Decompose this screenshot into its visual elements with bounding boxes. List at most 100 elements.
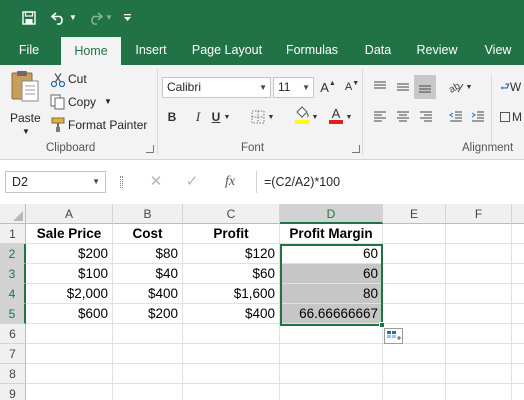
undo-dropdown-icon[interactable]: ▼ — [69, 0, 77, 35]
font-size-select[interactable]: 11 ▼ — [273, 77, 314, 98]
cell-e3[interactable] — [383, 264, 446, 284]
cell-b9[interactable] — [113, 384, 183, 400]
cell-g9[interactable] — [512, 384, 524, 400]
column-header-a[interactable]: A — [26, 204, 113, 224]
row-header-2[interactable]: 2 — [0, 244, 26, 264]
row-header-1[interactable]: 1 — [0, 224, 26, 244]
orientation-button[interactable]: ab — [446, 77, 466, 97]
cell-g3[interactable] — [512, 264, 524, 284]
cell-c3[interactable]: $60 — [183, 264, 280, 284]
cell-f8[interactable] — [446, 364, 512, 384]
borders-button[interactable] — [248, 107, 268, 127]
align-left-button[interactable] — [370, 107, 390, 127]
cell-b1[interactable]: Cost — [113, 224, 183, 244]
cell-g5[interactable] — [512, 304, 524, 324]
copy-button[interactable]: Copy ▼ — [48, 92, 114, 112]
column-header-g[interactable] — [512, 204, 524, 224]
copy-dropdown-icon[interactable]: ▼ — [104, 97, 112, 106]
cell-c9[interactable] — [183, 384, 280, 400]
decrease-indent-button[interactable] — [446, 107, 466, 127]
cell-e8[interactable] — [383, 364, 446, 384]
column-header-e[interactable]: E — [383, 204, 446, 224]
paste-button[interactable]: Paste ▼ — [6, 69, 44, 136]
font-launcher-icon[interactable] — [352, 145, 360, 153]
increase-indent-button[interactable] — [468, 107, 488, 127]
shrink-font-button[interactable]: A ▼ — [342, 77, 362, 97]
select-all-corner[interactable] — [0, 204, 26, 224]
formula-input[interactable]: =(C2/A2)*100 — [256, 171, 524, 193]
cell-a1[interactable]: Sale Price — [26, 224, 113, 244]
cell-g2[interactable] — [512, 244, 524, 264]
cell-f1[interactable] — [446, 224, 512, 244]
cell-a4[interactable]: $2,000 — [26, 284, 113, 304]
align-right-button[interactable] — [416, 107, 436, 127]
tab-file[interactable]: File — [8, 35, 50, 65]
cell-b5[interactable]: $200 — [113, 304, 183, 324]
cell-d5[interactable]: 66.66666667 — [280, 304, 383, 324]
bottom-align-button[interactable] — [414, 75, 436, 99]
middle-align-button[interactable] — [393, 77, 413, 97]
cell-d1[interactable]: Profit Margin — [280, 224, 383, 244]
row-header-9[interactable]: 9 — [0, 384, 26, 400]
grow-font-button[interactable]: A ▲ — [318, 77, 338, 97]
cell-d6[interactable] — [280, 324, 383, 344]
cell-d8[interactable] — [280, 364, 383, 384]
cell-b7[interactable] — [113, 344, 183, 364]
font-color-dropdown-icon[interactable]: ▼ — [344, 107, 354, 127]
cell-f6[interactable] — [446, 324, 512, 344]
cell-c1[interactable]: Profit — [183, 224, 280, 244]
row-header-8[interactable]: 8 — [0, 364, 26, 384]
cell-d7[interactable] — [280, 344, 383, 364]
cell-b6[interactable] — [113, 324, 183, 344]
column-header-c[interactable]: C — [183, 204, 280, 224]
cell-g8[interactable] — [512, 364, 524, 384]
cell-c5[interactable]: $400 — [183, 304, 280, 324]
wrap-text-button[interactable]: ⮐ W — [500, 77, 524, 97]
cell-c7[interactable] — [183, 344, 280, 364]
cell-f4[interactable] — [446, 284, 512, 304]
font-name-select[interactable]: Calibri ▼ — [162, 77, 271, 98]
cell-d3[interactable]: 60 — [280, 264, 383, 284]
cell-a7[interactable] — [26, 344, 113, 364]
cell-g4[interactable] — [512, 284, 524, 304]
cut-button[interactable]: Cut — [48, 70, 96, 90]
orientation-dropdown-icon[interactable]: ▼ — [464, 77, 474, 97]
bold-button[interactable]: B — [162, 107, 182, 127]
italic-button[interactable]: I — [188, 107, 208, 127]
tab-home[interactable]: Home — [61, 37, 121, 65]
cell-f9[interactable] — [446, 384, 512, 400]
cell-g7[interactable] — [512, 344, 524, 364]
cell-b4[interactable]: $400 — [113, 284, 183, 304]
center-button[interactable] — [393, 107, 413, 127]
cell-f2[interactable] — [446, 244, 512, 264]
row-header-4[interactable]: 4 — [0, 284, 26, 304]
tab-review[interactable]: Review — [410, 35, 464, 65]
cell-f7[interactable] — [446, 344, 512, 364]
column-header-d[interactable]: D — [280, 204, 383, 224]
cell-a9[interactable] — [26, 384, 113, 400]
cell-c2[interactable]: $120 — [183, 244, 280, 264]
merge-center-button[interactable]: M — [500, 107, 524, 127]
cell-a5[interactable]: $600 — [26, 304, 113, 324]
font-color-button[interactable]: A — [326, 105, 346, 125]
insert-function-icon[interactable]: fx — [218, 171, 242, 193]
cell-d2[interactable]: 60 — [280, 244, 383, 264]
column-header-b[interactable]: B — [113, 204, 183, 224]
cell-b3[interactable]: $40 — [113, 264, 183, 284]
cell-g1[interactable] — [512, 224, 524, 244]
cell-b8[interactable] — [113, 364, 183, 384]
cell-e9[interactable] — [383, 384, 446, 400]
cell-d4[interactable]: 80 — [280, 284, 383, 304]
formula-bar-splitter-icon[interactable] — [120, 176, 123, 188]
tab-data[interactable]: Data — [358, 35, 398, 65]
cell-c4[interactable]: $1,600 — [183, 284, 280, 304]
cell-a6[interactable] — [26, 324, 113, 344]
cell-e5[interactable] — [383, 304, 446, 324]
column-header-f[interactable]: F — [446, 204, 512, 224]
row-header-5[interactable]: 5 — [0, 304, 26, 324]
fill-color-dropdown-icon[interactable]: ▼ — [310, 107, 320, 127]
fill-color-button[interactable] — [292, 105, 312, 125]
row-header-7[interactable]: 7 — [0, 344, 26, 364]
cell-c6[interactable] — [183, 324, 280, 344]
row-header-3[interactable]: 3 — [0, 264, 26, 284]
